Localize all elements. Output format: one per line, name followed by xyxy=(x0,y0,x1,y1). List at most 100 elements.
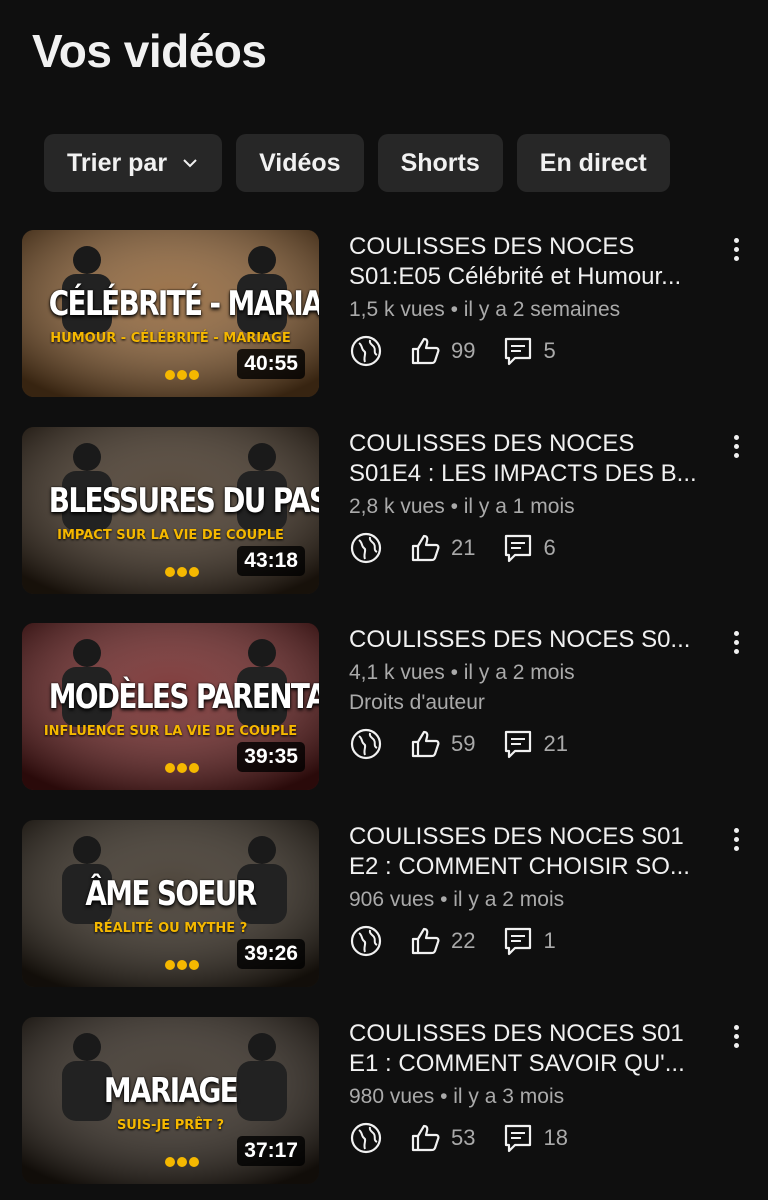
thumbnail-title: BLESSURES DU PASSÉ xyxy=(48,481,319,521)
video-title[interactable]: COULISSES DES NOCES S01:E05 Célébrité et… xyxy=(349,232,719,292)
video-duration: 40:55 xyxy=(237,349,305,379)
video-thumbnail[interactable]: MARIAGE SUIS-JE PRÊT ? 37:17 xyxy=(22,1017,319,1184)
video-likes: 99 xyxy=(451,338,476,363)
video-title-line2: E2 : COMMENT CHOISIR SO... xyxy=(349,853,690,880)
video-duration: 37:17 xyxy=(237,1136,305,1166)
thumbs-up-icon[interactable] xyxy=(409,531,443,565)
video-stats: 22 1 xyxy=(349,924,719,958)
video-views-age: 1,5 k vues • il y a 2 semaines xyxy=(349,298,621,321)
video-views: 906 vues xyxy=(349,888,435,911)
video-title[interactable]: COULISSES DES NOCES S01 E1 : COMMENT SAV… xyxy=(349,1019,719,1079)
thumbnail-title: ÂME SOEUR xyxy=(85,874,257,914)
video-title-line2: E1 : COMMENT SAVOIR QU'... xyxy=(349,1050,685,1077)
video-views: 2,8 k vues xyxy=(349,495,445,518)
video-meta: COULISSES DES NOCES S01 E2 : COMMENT CHO… xyxy=(349,820,719,958)
comment-icon[interactable] xyxy=(501,727,535,761)
video-item[interactable]: ÂME SOEUR RÉALITÉ OU MYTHE ? 39:26 COULI… xyxy=(22,820,752,988)
video-item[interactable]: MODÈLES PARENTAUX INFLUENCE SUR LA VIE D… xyxy=(22,623,752,791)
video-title-line1: COULISSES DES NOCES S01 xyxy=(349,823,684,850)
video-duration: 43:18 xyxy=(237,546,305,576)
video-thumbnail[interactable]: CÉLÉBRITÉ - MARIAGE HUMOUR - CÉLÉBRITÉ -… xyxy=(22,230,319,397)
video-comments: 1 xyxy=(543,928,556,953)
video-comments: 6 xyxy=(543,535,556,560)
globe-icon xyxy=(349,1121,383,1155)
video-views: 4,1 k vues xyxy=(349,661,445,684)
video-meta: COULISSES DES NOCES S01 E1 : COMMENT SAV… xyxy=(349,1017,719,1155)
thumbs-up-icon[interactable] xyxy=(409,727,443,761)
filter-chips: Trier par Vidéos Shorts En direct xyxy=(44,134,670,192)
video-duration: 39:26 xyxy=(237,939,305,969)
more-vertical-icon[interactable] xyxy=(724,431,748,461)
thumbnail-title: CÉLÉBRITÉ - MARIAGE xyxy=(48,284,319,324)
globe-icon xyxy=(349,334,383,368)
thumbnail-subtitle: SUIS-JE PRÊT ? xyxy=(116,1118,225,1133)
comment-icon[interactable] xyxy=(501,1121,535,1155)
thumbnail-subtitle: RÉALITÉ OU MYTHE ? xyxy=(93,921,248,936)
video-title[interactable]: COULISSES DES NOCES S01E4 : LES IMPACTS … xyxy=(349,429,719,489)
globe-icon xyxy=(349,924,383,958)
video-likes: 59 xyxy=(451,731,476,756)
video-views-age: 906 vues • il y a 2 mois xyxy=(349,888,565,911)
more-vertical-icon[interactable] xyxy=(724,627,748,657)
thumbs-up-icon[interactable] xyxy=(409,924,443,958)
video-title-line1: COULISSES DES NOCES xyxy=(349,233,635,260)
video-age: il y a 2 mois xyxy=(453,888,565,911)
more-vertical-icon[interactable] xyxy=(724,234,748,264)
video-duration: 39:35 xyxy=(237,742,305,772)
thumbnail-subtitle: IMPACT SUR LA VIE DE COUPLE xyxy=(57,528,284,543)
page-title: Vos vidéos xyxy=(32,25,267,77)
video-title-line2: S01E4 : LES IMPACTS DES B... xyxy=(349,460,697,487)
comment-icon[interactable] xyxy=(501,334,535,368)
video-comments: 5 xyxy=(543,338,556,363)
video-views: 1,5 k vues xyxy=(349,298,445,321)
video-likes: 21 xyxy=(451,535,476,560)
video-views-age: 980 vues • il y a 3 mois xyxy=(349,1085,565,1108)
video-title[interactable]: COULISSES DES NOCES S0... xyxy=(349,625,719,655)
video-title-line1: COULISSES DES NOCES xyxy=(349,430,635,457)
video-title-line2: S01:E05 Célébrité et Humour... xyxy=(349,263,682,290)
video-views: 980 vues xyxy=(349,1085,435,1108)
comment-icon[interactable] xyxy=(501,924,535,958)
thumbnail-title: MARIAGE xyxy=(103,1071,239,1111)
video-likes: 53 xyxy=(451,1125,476,1150)
video-age: il y a 2 mois xyxy=(463,661,575,684)
sort-button[interactable]: Trier par xyxy=(44,134,223,192)
video-extra: Droits d'auteur xyxy=(349,691,485,714)
globe-icon xyxy=(349,727,383,761)
sort-label: Trier par xyxy=(67,148,168,177)
video-thumbnail[interactable]: MODÈLES PARENTAUX INFLUENCE SUR LA VIE D… xyxy=(22,623,319,790)
video-comments: 21 xyxy=(543,731,568,756)
chip-live[interactable]: En direct xyxy=(516,134,670,192)
video-stats: 21 6 xyxy=(349,531,719,565)
comment-icon[interactable] xyxy=(501,531,535,565)
video-item[interactable]: CÉLÉBRITÉ - MARIAGE HUMOUR - CÉLÉBRITÉ -… xyxy=(22,230,752,398)
thumbs-up-icon[interactable] xyxy=(409,334,443,368)
chevron-down-icon xyxy=(183,159,197,168)
thumbnail-title: MODÈLES PARENTAUX xyxy=(48,677,319,717)
chip-shorts[interactable]: Shorts xyxy=(377,134,503,192)
video-meta: COULISSES DES NOCES S01E4 : LES IMPACTS … xyxy=(349,427,719,565)
video-item[interactable]: BLESSURES DU PASSÉ IMPACT SUR LA VIE DE … xyxy=(22,427,752,595)
thumbs-up-icon[interactable] xyxy=(409,1121,443,1155)
video-stats: 53 18 xyxy=(349,1121,719,1155)
video-views-age: 2,8 k vues • il y a 1 mois xyxy=(349,495,575,518)
more-vertical-icon[interactable] xyxy=(724,824,748,854)
globe-icon xyxy=(349,531,383,565)
video-stats: 99 5 xyxy=(349,334,719,368)
chip-videos[interactable]: Vidéos xyxy=(236,134,364,192)
thumbnail-subtitle: HUMOUR - CÉLÉBRITÉ - MARIAGE xyxy=(50,331,291,346)
video-thumbnail[interactable]: ÂME SOEUR RÉALITÉ OU MYTHE ? 39:26 xyxy=(22,820,319,987)
video-title[interactable]: COULISSES DES NOCES S01 E2 : COMMENT CHO… xyxy=(349,822,719,882)
video-title-line1: COULISSES DES NOCES S0... xyxy=(349,626,691,653)
video-views-age: 4,1 k vues • il y a 2 mois xyxy=(349,661,575,684)
video-age: il y a 1 mois xyxy=(463,495,575,518)
video-meta: COULISSES DES NOCES S01:E05 Célébrité et… xyxy=(349,230,719,368)
video-likes: 22 xyxy=(451,928,476,953)
video-item[interactable]: MARIAGE SUIS-JE PRÊT ? 37:17 COULISSES D… xyxy=(22,1017,752,1185)
video-title-line1: COULISSES DES NOCES S01 xyxy=(349,1020,684,1047)
video-thumbnail[interactable]: BLESSURES DU PASSÉ IMPACT SUR LA VIE DE … xyxy=(22,427,319,594)
video-meta: COULISSES DES NOCES S0... 4,1 k vues • i… xyxy=(349,623,719,761)
more-vertical-icon[interactable] xyxy=(724,1021,748,1051)
thumbnail-subtitle: INFLUENCE SUR LA VIE DE COUPLE xyxy=(43,724,298,739)
video-comments: 18 xyxy=(543,1125,568,1150)
